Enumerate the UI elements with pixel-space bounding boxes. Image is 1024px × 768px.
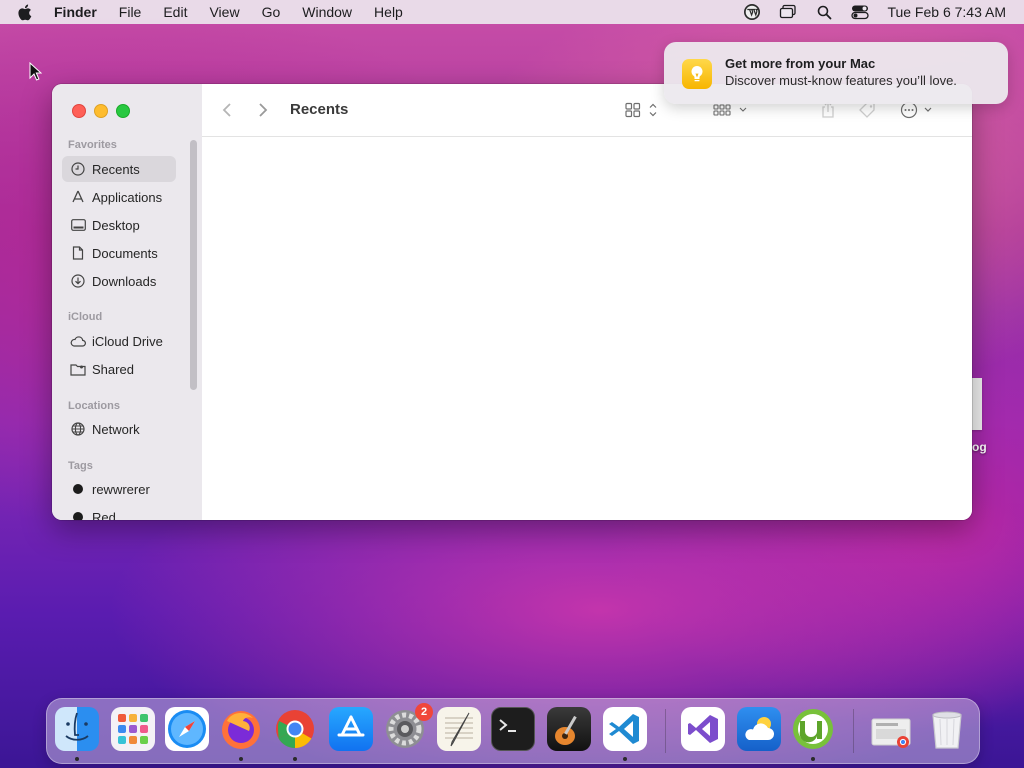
running-indicator bbox=[293, 757, 297, 761]
desktop-icon bbox=[70, 217, 86, 233]
dock-separator bbox=[665, 709, 666, 753]
menu-clock[interactable]: Tue Feb 6 7:43 AM bbox=[887, 4, 1006, 20]
visual-studio-icon[interactable] bbox=[681, 707, 725, 751]
vscode-icon[interactable] bbox=[603, 707, 647, 751]
sidebar-item-label: Desktop bbox=[92, 217, 140, 233]
sidebar-item-applications[interactable]: Applications bbox=[62, 184, 176, 210]
sidebar-item-label: Applications bbox=[92, 189, 163, 205]
forward-button[interactable] bbox=[258, 100, 268, 120]
sidebar-item-label: rewwrerer bbox=[92, 481, 150, 497]
finder-icon[interactable] bbox=[55, 707, 99, 751]
clock-icon bbox=[70, 161, 86, 177]
sidebar-item-icloud-drive[interactable]: iCloud Drive bbox=[62, 328, 176, 354]
sidebar-section-favorites: Favorites bbox=[68, 139, 117, 151]
close-window-button[interactable] bbox=[72, 104, 86, 118]
minimize-window-button[interactable] bbox=[94, 104, 108, 118]
sidebar-item-downloads[interactable]: Downloads bbox=[62, 268, 176, 294]
applications-icon bbox=[70, 189, 86, 205]
dock-separator bbox=[853, 709, 854, 753]
sidebar-section-icloud: iCloud bbox=[68, 311, 103, 323]
utorrent-icon[interactable] bbox=[791, 707, 835, 751]
fullscreen-window-button[interactable] bbox=[116, 104, 130, 118]
sidebar-item-label: Recents bbox=[92, 161, 140, 177]
running-indicator bbox=[239, 757, 243, 761]
running-indicator bbox=[623, 757, 627, 761]
safari-icon[interactable] bbox=[165, 707, 209, 751]
sidebar-tag-red[interactable]: Red bbox=[62, 504, 176, 520]
notification-body: Discover must-know features you’ll love. bbox=[725, 73, 957, 88]
spotlight-search-icon[interactable] bbox=[815, 3, 833, 21]
control-center-icon[interactable] bbox=[851, 3, 870, 21]
tips-lightbulb-icon bbox=[682, 59, 712, 89]
terminal-icon[interactable] bbox=[491, 707, 535, 751]
notification-banner[interactable]: Get more from your Mac Discover must-kno… bbox=[664, 42, 1008, 104]
sidebar-item-documents[interactable]: Documents bbox=[62, 240, 176, 266]
menu-file[interactable]: File bbox=[119, 4, 142, 20]
sidebar-item-label: iCloud Drive bbox=[92, 333, 163, 349]
download-icon bbox=[70, 273, 86, 289]
sidebar-tag-rewwrerer[interactable]: rewwrerer bbox=[62, 476, 176, 502]
sidebar-section-tags: Tags bbox=[68, 460, 93, 472]
menu-bar: Finder File Edit View Go Window Help Tue… bbox=[0, 0, 1024, 24]
view-mode-button[interactable] bbox=[624, 100, 660, 120]
menu-window[interactable]: Window bbox=[302, 4, 352, 20]
cloud-icon bbox=[70, 333, 86, 349]
sidebar-scrollbar[interactable] bbox=[190, 140, 197, 390]
running-indicator bbox=[811, 757, 815, 761]
sidebar-item-label: Shared bbox=[92, 361, 134, 377]
globe-icon bbox=[70, 421, 86, 437]
tag-dot-icon bbox=[70, 509, 86, 520]
menu-help[interactable]: Help bbox=[374, 4, 403, 20]
app-store-icon[interactable] bbox=[329, 707, 373, 751]
wordpress-icon[interactable] bbox=[743, 3, 761, 21]
tag-dot-icon bbox=[70, 481, 86, 497]
menu-finder[interactable]: Finder bbox=[54, 4, 97, 20]
sidebar-item-label: Documents bbox=[92, 245, 158, 261]
weather-icon[interactable] bbox=[737, 707, 781, 751]
trash-icon[interactable] bbox=[925, 707, 969, 751]
sidebar-item-network[interactable]: Network bbox=[62, 416, 176, 442]
window-title: Recents bbox=[290, 101, 349, 118]
finder-content-area[interactable] bbox=[202, 137, 972, 520]
downloads-stack-icon[interactable] bbox=[869, 707, 913, 751]
garageband-icon[interactable] bbox=[547, 707, 591, 751]
back-button[interactable] bbox=[222, 100, 232, 120]
finder-sidebar: Favorites Recents Applications Desktop D… bbox=[52, 84, 203, 520]
menu-edit[interactable]: Edit bbox=[163, 4, 187, 20]
sidebar-item-shared[interactable]: Shared bbox=[62, 356, 176, 382]
finder-window: Favorites Recents Applications Desktop D… bbox=[52, 84, 972, 520]
menu-extras: Tue Feb 6 7:43 AM bbox=[743, 0, 1006, 24]
menu-view[interactable]: View bbox=[209, 4, 239, 20]
window-controls bbox=[72, 104, 130, 118]
screen-mirroring-icon[interactable] bbox=[779, 3, 797, 21]
sidebar-item-label: Downloads bbox=[92, 273, 157, 289]
notification-badge: 2 bbox=[415, 703, 433, 721]
desktop-file-label[interactable]: og bbox=[972, 440, 987, 454]
shared-folder-icon bbox=[70, 361, 86, 377]
sidebar-section-locations: Locations bbox=[68, 400, 120, 412]
running-indicator bbox=[75, 757, 79, 761]
sidebar-item-recents[interactable]: Recents bbox=[62, 156, 176, 182]
chrome-icon[interactable] bbox=[273, 707, 317, 751]
sidebar-item-label: Network bbox=[92, 421, 140, 437]
mouse-pointer-icon bbox=[29, 61, 43, 86]
dock: 2 bbox=[46, 698, 980, 764]
menu-go[interactable]: Go bbox=[262, 4, 281, 20]
textedit-icon[interactable] bbox=[437, 707, 481, 751]
notification-title: Get more from your Mac bbox=[725, 56, 876, 71]
sidebar-item-label: Red bbox=[92, 509, 116, 521]
firefox-icon[interactable] bbox=[219, 707, 263, 751]
document-icon bbox=[70, 245, 86, 261]
apple-menu-icon[interactable] bbox=[17, 4, 37, 21]
sidebar-item-desktop[interactable]: Desktop bbox=[62, 212, 176, 238]
launchpad-icon[interactable] bbox=[111, 707, 155, 751]
